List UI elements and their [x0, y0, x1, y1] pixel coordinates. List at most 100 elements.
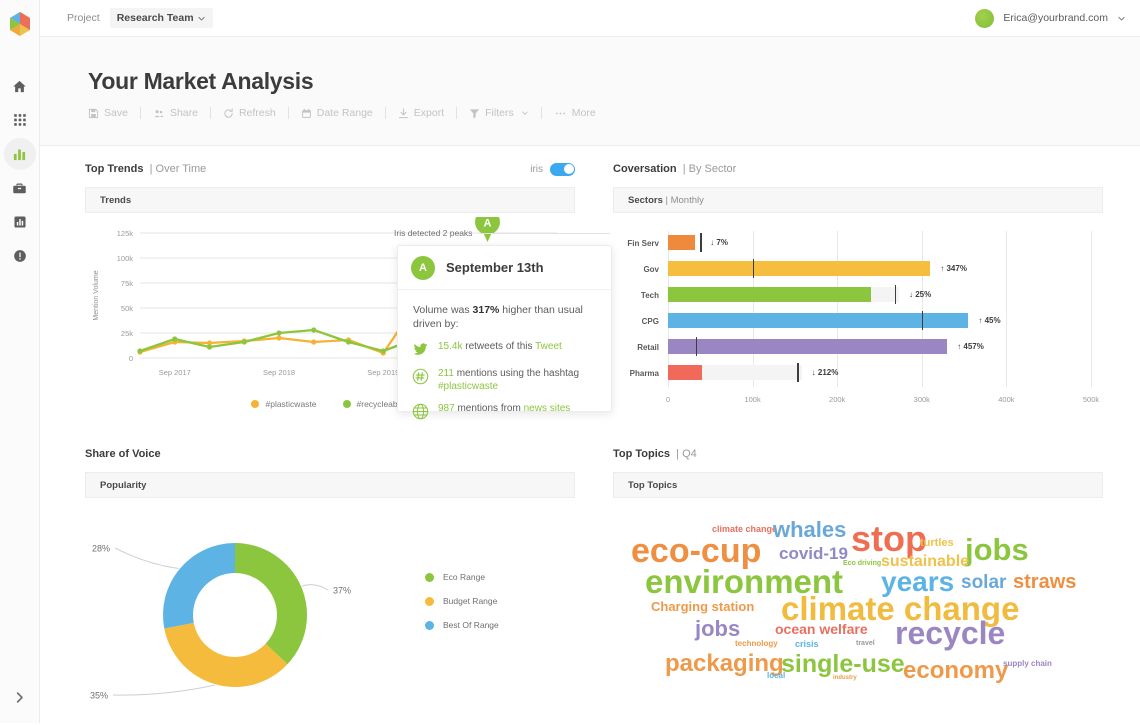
bar-fill[interactable]	[668, 339, 948, 354]
line-data-point[interactable]	[137, 348, 143, 354]
bar-delta: ↓ 7%	[710, 238, 728, 247]
sidebar-item-briefcase[interactable]	[4, 172, 36, 204]
app-logo[interactable]	[4, 8, 36, 40]
iris-switch[interactable]	[550, 162, 575, 176]
word-cloud-term[interactable]: technology	[735, 640, 778, 648]
bar-target-marker	[894, 285, 897, 304]
export-button[interactable]: Export	[398, 107, 444, 119]
briefcase-icon	[13, 183, 26, 193]
save-button[interactable]: Save	[88, 107, 128, 119]
line-x-tick: Sep 2018	[263, 368, 295, 377]
sidebar-item-home[interactable]	[4, 70, 36, 102]
hashtag-link[interactable]: #plasticwaste	[438, 381, 498, 392]
bar-delta-value: 212%	[817, 368, 839, 377]
bar-fill[interactable]	[668, 365, 702, 380]
line-y-tick: 125k	[117, 229, 134, 238]
iris-driver-news[interactable]: 987 mentions from news sites	[398, 402, 611, 420]
line-data-point[interactable]	[311, 327, 317, 333]
iris-toggle[interactable]: iris	[530, 162, 575, 176]
word-cloud-term[interactable]: packaging	[665, 652, 784, 676]
calendar-icon	[301, 108, 311, 118]
word-cloud-term[interactable]: local	[767, 672, 785, 680]
toolbar-divider	[209, 107, 211, 119]
sidebar-item-alerts[interactable]	[4, 240, 36, 272]
refresh-button[interactable]: Refresh	[223, 107, 276, 119]
word-cloud-term[interactable]: Charging station	[651, 600, 754, 613]
news-link[interactable]: news sites	[524, 403, 571, 414]
filters-button[interactable]: Filters	[469, 107, 529, 119]
iris-peak-card[interactable]: A September 13th Volume was 317% higher …	[397, 245, 612, 420]
line-data-point[interactable]	[311, 339, 317, 345]
word-cloud-term[interactable]: straws	[1013, 572, 1076, 592]
line-data-point[interactable]	[276, 335, 282, 341]
line-data-point[interactable]	[241, 339, 247, 345]
panel-top-topics-title-main: Top Topics	[613, 448, 671, 460]
panel-top-topics: Top Topics | Q4 Top Topics climate chang…	[613, 446, 1103, 712]
word-cloud-term[interactable]: industry	[833, 675, 857, 681]
iris-driver-twitter[interactable]: 15.4k retweets of this Tweet	[398, 340, 611, 358]
word-cloud-term[interactable]: crisis	[795, 640, 819, 649]
bar-delta-value: 25%	[915, 290, 932, 299]
page-title: Your Market Analysis	[88, 68, 314, 94]
share-button[interactable]: Share	[153, 107, 198, 119]
bar-delta-value: 457%	[963, 342, 984, 351]
user-menu[interactable]: Erica@yourbrand.com	[975, 8, 1126, 28]
iris-card-lead: Volume was 317% higher than usual driven…	[398, 290, 611, 340]
date-range-label: Date Range	[316, 107, 373, 119]
donut-slice[interactable]	[235, 543, 307, 665]
iris-lead-value: 317%	[472, 304, 500, 316]
bar-delta-arrow: ↑	[957, 342, 962, 351]
bar-x-tick: 500k	[1082, 395, 1100, 404]
word-cloud-term[interactable]: economy	[903, 659, 1008, 683]
legend-item[interactable]: #plasticwaste	[251, 399, 317, 409]
sidebar-item-analytics[interactable]	[3, 138, 36, 170]
word-cloud-term[interactable]: covid-19	[779, 545, 848, 562]
sidebar-item-reports[interactable]	[4, 206, 36, 238]
date-range-button[interactable]: Date Range	[301, 107, 373, 119]
bar-fill[interactable]	[668, 235, 696, 250]
donut-slice[interactable]	[164, 622, 288, 687]
bar-delta-arrow: ↓	[908, 290, 913, 299]
word-cloud-term[interactable]: jobs	[695, 618, 740, 640]
word-cloud: climate change whales covid-19 eco-cup stop t…	[613, 512, 1103, 712]
word-cloud-term[interactable]: turtles	[920, 538, 954, 549]
donut-slice[interactable]	[163, 543, 235, 629]
twitter-icon	[413, 343, 428, 356]
donut-legend-item[interactable]: Budget Range	[425, 596, 499, 606]
word-cloud-term[interactable]: single-use	[781, 652, 905, 677]
sidebar-expand-button[interactable]	[4, 681, 36, 713]
bar-delta-value: 347%	[946, 264, 967, 273]
donut-legend-item[interactable]: Best Of Range	[425, 620, 499, 630]
word-cloud-term[interactable]: jobs	[965, 534, 1029, 565]
sectors-subheader: Sectors | Monthly	[613, 187, 1103, 213]
line-data-point[interactable]	[172, 336, 178, 342]
bar-x-tick: 400k	[998, 395, 1015, 404]
twitter-link[interactable]: Tweet	[535, 341, 562, 352]
word-cloud-term[interactable]: whales	[773, 519, 846, 541]
word-cloud-term[interactable]: Eco driving	[843, 560, 881, 567]
line-y-tick: 75k	[121, 279, 133, 288]
line-y-axis-label: Mention Volume	[93, 270, 100, 320]
word-cloud-term[interactable]: ocean welfare	[775, 622, 868, 636]
word-cloud-term[interactable]: supply chain	[1003, 660, 1052, 668]
bar-delta-arrow: ↓	[710, 238, 715, 247]
sidebar-item-apps[interactable]	[4, 104, 36, 136]
line-data-point[interactable]	[276, 330, 282, 336]
iris-driver-hashtag[interactable]: 211 mentions using the hashtag #plasticw…	[398, 367, 611, 393]
bar-fill[interactable]	[668, 287, 872, 302]
donut-value-label: 28%	[92, 544, 110, 554]
line-data-point[interactable]	[345, 339, 352, 345]
bar-fill[interactable]	[668, 261, 931, 276]
export-icon	[398, 107, 408, 118]
project-select[interactable]: Research Team	[109, 8, 213, 28]
donut-legend-item[interactable]: Eco Range	[425, 572, 499, 582]
toolbar-divider	[540, 107, 542, 119]
word-cloud-term[interactable]: travel	[856, 640, 875, 647]
line-data-point[interactable]	[206, 344, 213, 350]
word-cloud-term[interactable]: stop	[851, 521, 927, 557]
more-button[interactable]: More	[554, 107, 596, 119]
line-data-point[interactable]	[380, 348, 386, 354]
donut-value-label: 37%	[333, 586, 351, 596]
panel-conversation: Coversation | By Sector Sectors | Monthl…	[613, 161, 1103, 425]
word-cloud-term[interactable]: recycle	[895, 617, 1005, 649]
